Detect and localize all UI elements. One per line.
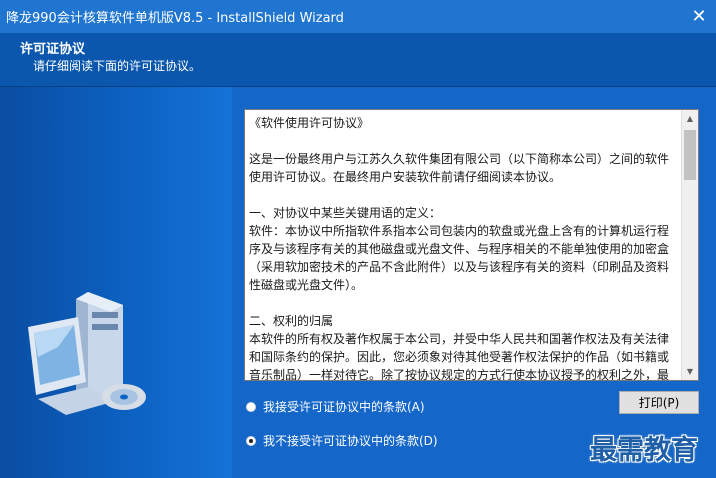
print-button[interactable]: 打印(P) xyxy=(619,391,699,414)
license-paragraph: 一、对协议中某些关键用语的定义： xyxy=(249,206,442,220)
license-scrollbar[interactable]: ▲ ▼ xyxy=(681,110,698,380)
license-paragraph: 软件：本协议中所指软件系指本公司包装内的软盘或光盘上含有的计算机运行程序及与该程… xyxy=(249,224,670,292)
scroll-down-icon[interactable]: ▼ xyxy=(682,363,698,380)
scroll-up-icon[interactable]: ▲ xyxy=(682,110,698,127)
decline-radio[interactable] xyxy=(246,435,256,446)
license-paragraph: 这是一份最终用户与江苏久久软件集团有限公司（以下简称本公司）之间的软件使用许可协… xyxy=(249,152,670,184)
watermark-logo: 最需教育 xyxy=(590,435,698,466)
decline-label[interactable]: 我不接受许可证协议中的条款(D) xyxy=(263,432,438,449)
wizard-side-panel xyxy=(0,87,232,478)
decline-option[interactable]: 我不接受许可证协议中的条款(D) xyxy=(246,432,438,449)
page-subtitle: 请仔细阅读下面的许可证协议。 xyxy=(33,59,202,73)
accept-label[interactable]: 我接受许可证协议中的条款(A) xyxy=(263,398,425,415)
license-content: 《软件使用许可协议》 这是一份最终用户与江苏久久软件集团有限公司（以下简称本公司… xyxy=(245,110,681,380)
license-paragraph: 《软件使用许可协议》 xyxy=(249,116,370,130)
wizard-header: 许可证协议 请仔细阅读下面的许可证协议。 xyxy=(0,33,716,87)
license-paragraph: 二、权利的归属 xyxy=(249,314,334,328)
page-title: 许可证协议 xyxy=(20,42,86,57)
close-icon[interactable]: ✕ xyxy=(682,0,716,33)
window-title: 降龙990会计核算软件单机版V8.5 - InstallShield Wizar… xyxy=(6,11,344,26)
computer-disc-icon xyxy=(28,292,146,415)
accept-radio[interactable] xyxy=(246,401,256,412)
window-titlebar: 降龙990会计核算软件单机版V8.5 - InstallShield Wizar… xyxy=(0,0,716,33)
license-text-box[interactable]: 《软件使用许可协议》 这是一份最终用户与江苏久久软件集团有限公司（以下简称本公司… xyxy=(244,109,699,381)
license-paragraph: 本软件的所有权及著作权属于本公司，并受中华人民共和国著作权法及有关法律和国际条约… xyxy=(249,332,670,380)
scrollbar-thumb[interactable] xyxy=(684,130,696,180)
accept-option[interactable]: 我接受许可证协议中的条款(A) xyxy=(246,398,425,415)
